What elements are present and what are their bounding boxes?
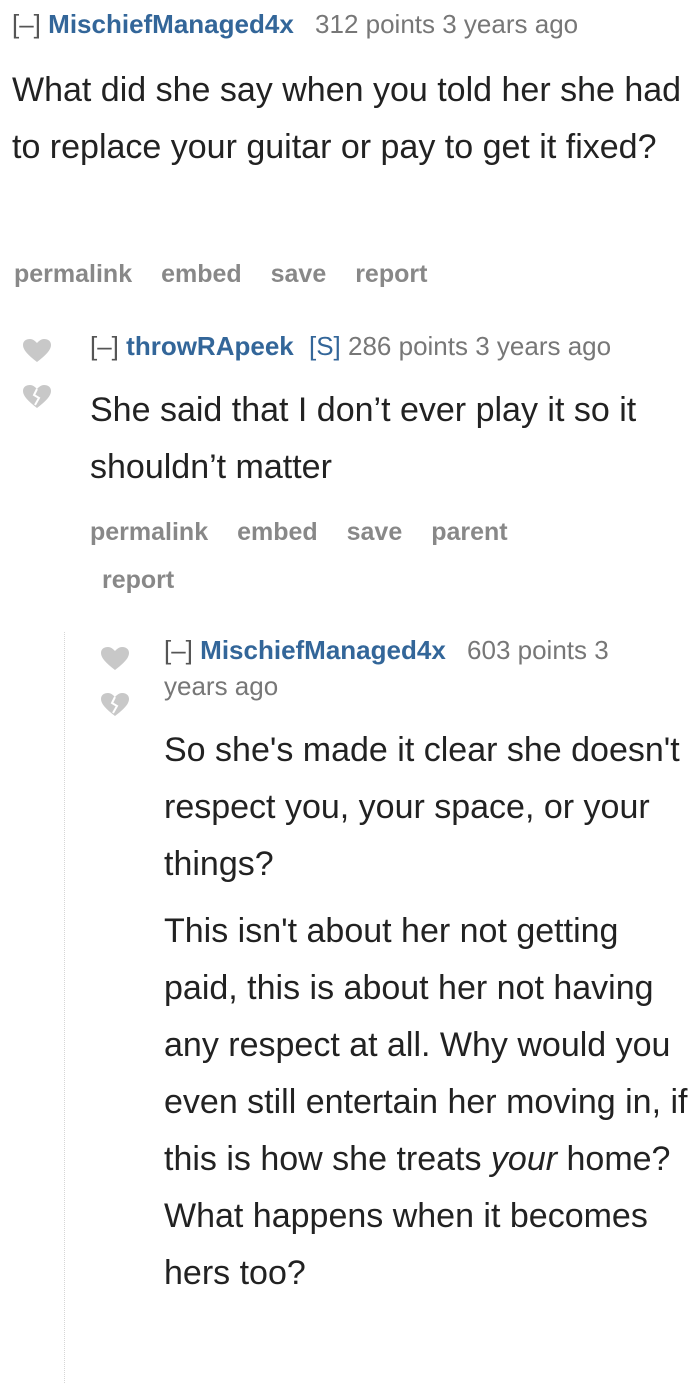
save-link[interactable]: save	[271, 260, 327, 288]
submitter-badge[interactable]: [S]	[309, 331, 341, 361]
comment-header: [–] MischiefManaged4x 603 points 3	[164, 632, 609, 668]
parent-link[interactable]: parent	[431, 518, 507, 546]
comment-body: So she's made it clear she doesn't respe…	[164, 722, 694, 1302]
points: 312 points	[315, 9, 436, 39]
points: 286 points	[348, 331, 468, 361]
upvote-heart-icon[interactable]	[100, 646, 130, 672]
downvote-broken-heart-icon[interactable]	[22, 384, 52, 410]
author-link[interactable]: MischiefManaged4x	[200, 635, 446, 665]
timestamp: 3 years ago	[442, 9, 579, 39]
points: 603 points 3	[467, 635, 609, 665]
permalink-link[interactable]: permalink	[90, 518, 208, 546]
author-link[interactable]: throwRApeek	[126, 331, 294, 361]
report-link[interactable]: report	[355, 260, 427, 288]
collapse-toggle[interactable]: [–]	[164, 635, 193, 665]
embed-link[interactable]: embed	[161, 260, 242, 288]
comment-header: [–] throwRApeek [S] 286 points 3 years a…	[90, 328, 611, 364]
collapse-toggle[interactable]: [–]	[90, 331, 119, 361]
comment-body: She said that I don’t ever play it so it…	[90, 391, 637, 486]
collapse-toggle[interactable]: [–]	[12, 9, 41, 39]
comment-header: [–] MischiefManaged4x 312 points 3 years…	[12, 6, 578, 42]
embed-link[interactable]: embed	[237, 518, 318, 546]
save-link[interactable]: save	[347, 518, 403, 546]
comment-actions: permalink embed save report	[14, 260, 449, 289]
upvote-heart-icon[interactable]	[22, 338, 52, 364]
permalink-link[interactable]: permalink	[14, 260, 132, 288]
comment-body: What did she say when you told her she h…	[12, 71, 682, 166]
comment-actions: permalink embed save parent	[90, 518, 530, 547]
comment-text: This isn't about her not getting paid, t…	[164, 912, 688, 1178]
comment-paragraph: So she's made it clear she doesn't respe…	[164, 731, 680, 883]
author-link[interactable]: MischiefManaged4x	[48, 9, 294, 39]
emphasis-text: your	[490, 1140, 558, 1178]
downvote-broken-heart-icon[interactable]	[100, 692, 130, 718]
thread-line[interactable]	[64, 632, 65, 1383]
timestamp: 3 years ago	[475, 331, 612, 361]
comment-actions-wrap: report	[102, 566, 196, 595]
report-link[interactable]: report	[102, 566, 174, 594]
timestamp: years ago	[164, 671, 279, 701]
comment-paragraph: This isn't about her not getting paid, t…	[164, 903, 694, 1302]
